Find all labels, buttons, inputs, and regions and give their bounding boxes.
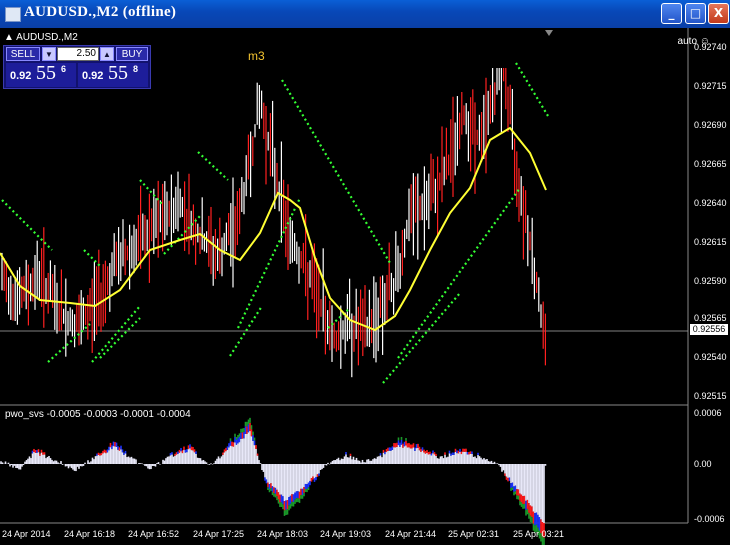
lot-size-input[interactable]: 2.50 <box>57 47 99 61</box>
indicator-tick: -0.0006 <box>694 514 725 524</box>
dotted-trend-segment <box>281 79 391 264</box>
shift-marker <box>545 30 553 36</box>
buy-button[interactable]: BUY <box>116 47 148 61</box>
price-tick: 0.92665 <box>694 159 727 169</box>
time-label: 25 Apr 03:21 <box>513 529 565 539</box>
maximize-button[interactable]: □ <box>685 3 706 24</box>
sell-button[interactable]: SELL <box>6 47 40 61</box>
app-icon <box>5 7 21 22</box>
close-button[interactable]: X <box>708 3 729 24</box>
price-tick: 0.92565 <box>694 313 727 323</box>
price-tick: 0.92690 <box>694 120 727 130</box>
time-label: 24 Apr 21:44 <box>385 529 437 539</box>
time-label: 25 Apr 02:31 <box>448 529 500 539</box>
buy-price-fraction: 8 <box>133 64 139 74</box>
sell-price-pips: 55 <box>36 62 56 84</box>
price-tick: 0.92740 <box>694 42 727 52</box>
price-chart[interactable] <box>0 28 730 545</box>
minimize-button[interactable]: _ <box>661 3 682 24</box>
sell-price[interactable]: 0.92 55 6 <box>6 62 76 87</box>
window-title: AUDUSD.,M2 (offline) <box>24 4 177 20</box>
price-tick: 0.92590 <box>694 276 727 286</box>
buy-price-prefix: 0.92 <box>82 70 104 82</box>
price-tick: 0.92515 <box>694 391 727 401</box>
m3-annotation: m3 <box>248 49 265 63</box>
dotted-trend-segment <box>397 187 521 359</box>
one-click-trade-panel: SELL ▼ 2.50 ▲ BUY 0.92 55 6 0.92 55 8 <box>3 45 151 89</box>
price-tick: 0.92715 <box>694 81 727 91</box>
indicator-tick: 0.0006 <box>694 408 722 418</box>
lot-increase-icon[interactable]: ▲ <box>100 47 114 61</box>
time-label: 24 Apr 17:25 <box>193 529 245 539</box>
time-label: 24 Apr 19:03 <box>320 529 372 539</box>
time-label: 24 Apr 16:52 <box>128 529 180 539</box>
dotted-trend-segment <box>99 317 141 359</box>
indicator-tick: 0.00 <box>694 459 712 469</box>
price-tick: 0.92540 <box>694 352 727 362</box>
time-label: 24 Apr 18:03 <box>257 529 309 539</box>
dotted-trend-segment <box>382 292 461 384</box>
pwo-histogram <box>0 417 547 545</box>
current-price-label: 0.92556 <box>690 324 728 335</box>
dotted-trend-segment <box>515 62 549 117</box>
price-tick: 0.92615 <box>694 237 727 247</box>
dotted-trend-segment <box>1 199 53 251</box>
buy-price[interactable]: 0.92 55 8 <box>78 62 148 87</box>
dotted-trend-segment <box>83 249 101 267</box>
buy-price-pips: 55 <box>108 62 128 84</box>
price-tick: 0.92640 <box>694 198 727 208</box>
dotted-trend-segment <box>197 151 229 181</box>
time-label: 24 Apr 2014 <box>2 529 51 539</box>
symbol-label: ▲ AUDUSD.,M2 <box>4 32 78 43</box>
indicator-label: pwo_svs -0.0005 -0.0003 -0.0001 -0.0004 <box>5 409 191 420</box>
lot-decrease-icon[interactable]: ▼ <box>42 47 56 61</box>
chart-area[interactable]: ▲ AUDUSD.,M2 auto ☺ m3 SELL ▼ 2.50 ▲ BUY… <box>0 28 730 545</box>
sell-price-prefix: 0.92 <box>10 70 32 82</box>
sell-price-fraction: 6 <box>61 64 67 74</box>
time-label: 24 Apr 16:18 <box>64 529 116 539</box>
title-bar: AUDUSD.,M2 (offline) _ □ X <box>0 0 730 28</box>
